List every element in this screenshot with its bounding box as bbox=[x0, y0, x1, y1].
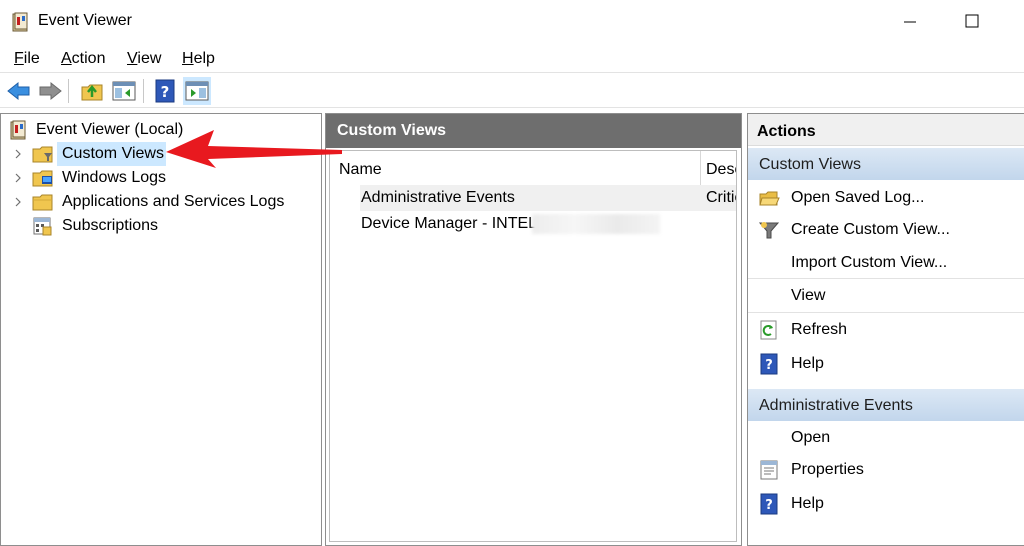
event-viewer-icon bbox=[10, 120, 26, 140]
tree-item-subscriptions[interactable]: Subscriptions bbox=[1, 214, 321, 238]
toolbar: ? bbox=[0, 72, 1024, 108]
action-label: Help bbox=[791, 495, 824, 512]
maximize-icon[interactable] bbox=[951, 8, 991, 36]
action-import-custom-view[interactable]: Import Custom View... bbox=[748, 247, 1024, 280]
toolbar-separator bbox=[143, 79, 144, 103]
actions-title: Actions bbox=[757, 123, 816, 140]
event-viewer-app-icon bbox=[12, 12, 28, 32]
results-pane: Custom Views Name Desc Administrative Ev… bbox=[325, 113, 742, 546]
menu-bar: File Action View Help bbox=[0, 46, 1024, 72]
subscriptions-icon bbox=[33, 217, 52, 236]
window-title: Event Viewer bbox=[38, 12, 132, 29]
chevron-right-icon[interactable] bbox=[13, 196, 23, 208]
folder-icon bbox=[32, 194, 53, 211]
properties-icon bbox=[760, 460, 778, 480]
toolbar-separator bbox=[68, 79, 69, 103]
column-divider[interactable] bbox=[700, 151, 701, 187]
redacted-text bbox=[532, 214, 660, 234]
back-arrow-icon[interactable] bbox=[5, 77, 33, 105]
menu-action[interactable]: Action bbox=[61, 50, 105, 68]
svg-text:?: ? bbox=[161, 83, 170, 101]
actions-pane-header: Actions bbox=[748, 114, 1024, 146]
action-label: View bbox=[791, 287, 826, 304]
open-folder-icon bbox=[759, 191, 780, 206]
title-bar: Event Viewer bbox=[0, 0, 1024, 44]
action-create-custom-view[interactable]: Create Custom View... bbox=[748, 214, 1024, 247]
tree-item-label: Windows Logs bbox=[62, 169, 167, 186]
list-item[interactable]: Administrative Events Critic bbox=[360, 185, 736, 211]
action-label: Properties bbox=[791, 461, 864, 478]
action-label: Create Custom View... bbox=[791, 221, 950, 238]
chevron-right-icon[interactable] bbox=[13, 148, 23, 160]
custom-views-list: Name Desc Administrative Events Critic D… bbox=[329, 150, 737, 542]
section-header-label: Administrative Events bbox=[759, 397, 913, 414]
action-label: Open bbox=[791, 429, 831, 446]
section-header-administrative-events[interactable]: Administrative Events bbox=[748, 389, 1024, 421]
svg-text:?: ? bbox=[765, 498, 773, 513]
list-item[interactable]: Device Manager - INTEL bbox=[360, 211, 736, 237]
divider bbox=[748, 278, 1024, 279]
chevron-right-icon[interactable] bbox=[13, 172, 23, 184]
show-hide-console-tree-icon[interactable] bbox=[110, 77, 138, 105]
up-folder-icon[interactable] bbox=[78, 77, 106, 105]
tree-item-label: Custom Views bbox=[62, 145, 164, 162]
list-item-description: Critic bbox=[706, 189, 736, 206]
column-header-name[interactable]: Name bbox=[339, 161, 382, 179]
action-label: Import Custom View... bbox=[791, 254, 948, 271]
forward-arrow-icon[interactable] bbox=[36, 77, 64, 105]
action-open[interactable]: Open bbox=[748, 422, 1024, 455]
svg-text:?: ? bbox=[765, 358, 773, 373]
action-view[interactable]: View bbox=[748, 280, 1024, 313]
filter-funnel-icon bbox=[758, 222, 780, 239]
action-label: Help bbox=[791, 355, 824, 372]
menu-file[interactable]: File bbox=[14, 50, 40, 68]
menu-help[interactable]: Help bbox=[182, 50, 215, 68]
action-label: Refresh bbox=[791, 321, 848, 338]
section-header-label: Custom Views bbox=[759, 156, 861, 173]
action-label: Open Saved Log... bbox=[791, 189, 925, 206]
action-properties[interactable]: Properties bbox=[748, 454, 1024, 487]
action-open-saved-log[interactable]: Open Saved Log... bbox=[748, 182, 1024, 215]
help-icon[interactable]: ? bbox=[151, 77, 179, 105]
help-icon: ? bbox=[760, 493, 778, 515]
list-item-name: Device Manager - INTEL bbox=[361, 215, 538, 232]
action-refresh[interactable]: Refresh bbox=[748, 314, 1024, 347]
tree-root-label: Event Viewer (Local) bbox=[36, 121, 184, 138]
annotation-arrow-icon bbox=[166, 130, 342, 168]
help-icon: ? bbox=[760, 353, 778, 375]
refresh-icon bbox=[760, 320, 777, 340]
action-help[interactable]: ? Help bbox=[748, 488, 1024, 521]
results-pane-title: Custom Views bbox=[337, 122, 447, 139]
tree-item-label: Subscriptions bbox=[62, 217, 159, 234]
menu-view[interactable]: View bbox=[127, 50, 161, 68]
windows-logs-folder-icon bbox=[32, 170, 53, 187]
results-pane-header: Custom Views bbox=[326, 114, 741, 148]
console-tree-pane: Event Viewer (Local) Custom Views Window… bbox=[0, 113, 322, 546]
list-item-name: Administrative Events bbox=[361, 189, 515, 206]
tree-item-applications-and-services-logs[interactable]: Applications and Services Logs bbox=[1, 190, 321, 214]
action-help[interactable]: ? Help bbox=[748, 348, 1024, 381]
tree-item-label: Applications and Services Logs bbox=[62, 193, 285, 210]
custom-views-folder-icon bbox=[32, 146, 53, 163]
minimize-icon[interactable] bbox=[890, 8, 930, 36]
show-hide-action-pane-icon[interactable] bbox=[183, 77, 211, 105]
section-header-custom-views[interactable]: Custom Views bbox=[748, 148, 1024, 180]
column-header-description[interactable]: Desc bbox=[706, 161, 736, 179]
actions-pane: Actions Custom Views Open Saved Log... C… bbox=[747, 113, 1024, 546]
divider bbox=[748, 312, 1024, 313]
